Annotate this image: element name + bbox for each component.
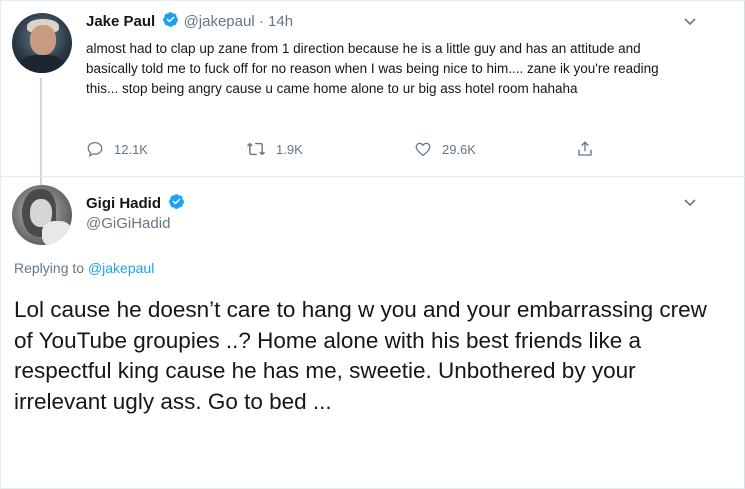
reply-count: 12.1K bbox=[114, 141, 148, 157]
reply-tweet-text: Lol cause he doesn’t care to hang w you … bbox=[14, 297, 707, 414]
author-handle[interactable]: @jakepaul bbox=[184, 13, 255, 30]
verified-badge-icon bbox=[163, 12, 179, 27]
gigi-hadid-avatar[interactable] bbox=[12, 185, 72, 245]
thread-connector-line bbox=[40, 78, 42, 185]
reply-button[interactable]: 12.1K bbox=[86, 140, 148, 158]
replying-to-mention[interactable]: @jakepaul bbox=[88, 260, 154, 276]
verified-badge-icon bbox=[169, 194, 185, 209]
retweet-button[interactable]: 1.9K bbox=[246, 140, 303, 158]
chevron-down-icon[interactable] bbox=[683, 198, 697, 208]
tweet-timestamp[interactable]: 14h bbox=[268, 13, 293, 30]
reply-author-name[interactable]: Gigi Hadid bbox=[86, 195, 161, 212]
tweet-text: almost had to clap up zane from 1 direct… bbox=[86, 41, 659, 96]
retweet-icon bbox=[247, 142, 265, 156]
jake-paul-avatar[interactable] bbox=[12, 13, 72, 73]
like-button[interactable]: 29.6K bbox=[414, 140, 476, 158]
author-name[interactable]: Jake Paul bbox=[86, 13, 155, 30]
tweet-divider bbox=[0, 176, 745, 177]
heart-icon bbox=[415, 142, 431, 157]
tweet-actions: 12.1K 1.9K 29.6K bbox=[86, 140, 606, 162]
chevron-down-icon[interactable] bbox=[683, 17, 697, 27]
like-count: 29.6K bbox=[442, 141, 476, 157]
share-icon bbox=[578, 141, 592, 156]
separator-dot: · bbox=[258, 13, 264, 30]
reply-icon bbox=[87, 141, 103, 158]
reply-author-header: Gigi Hadid bbox=[86, 193, 185, 212]
reply-author-handle[interactable]: @GiGiHadid bbox=[86, 215, 170, 232]
replying-to-label: Replying to bbox=[14, 260, 85, 276]
share-button[interactable] bbox=[576, 140, 604, 158]
replying-to-line: Replying to @jakepaul bbox=[14, 260, 154, 276]
tweet-header: Jake Paul @jakepaul · 14h bbox=[86, 11, 293, 30]
retweet-count: 1.9K bbox=[276, 141, 303, 157]
